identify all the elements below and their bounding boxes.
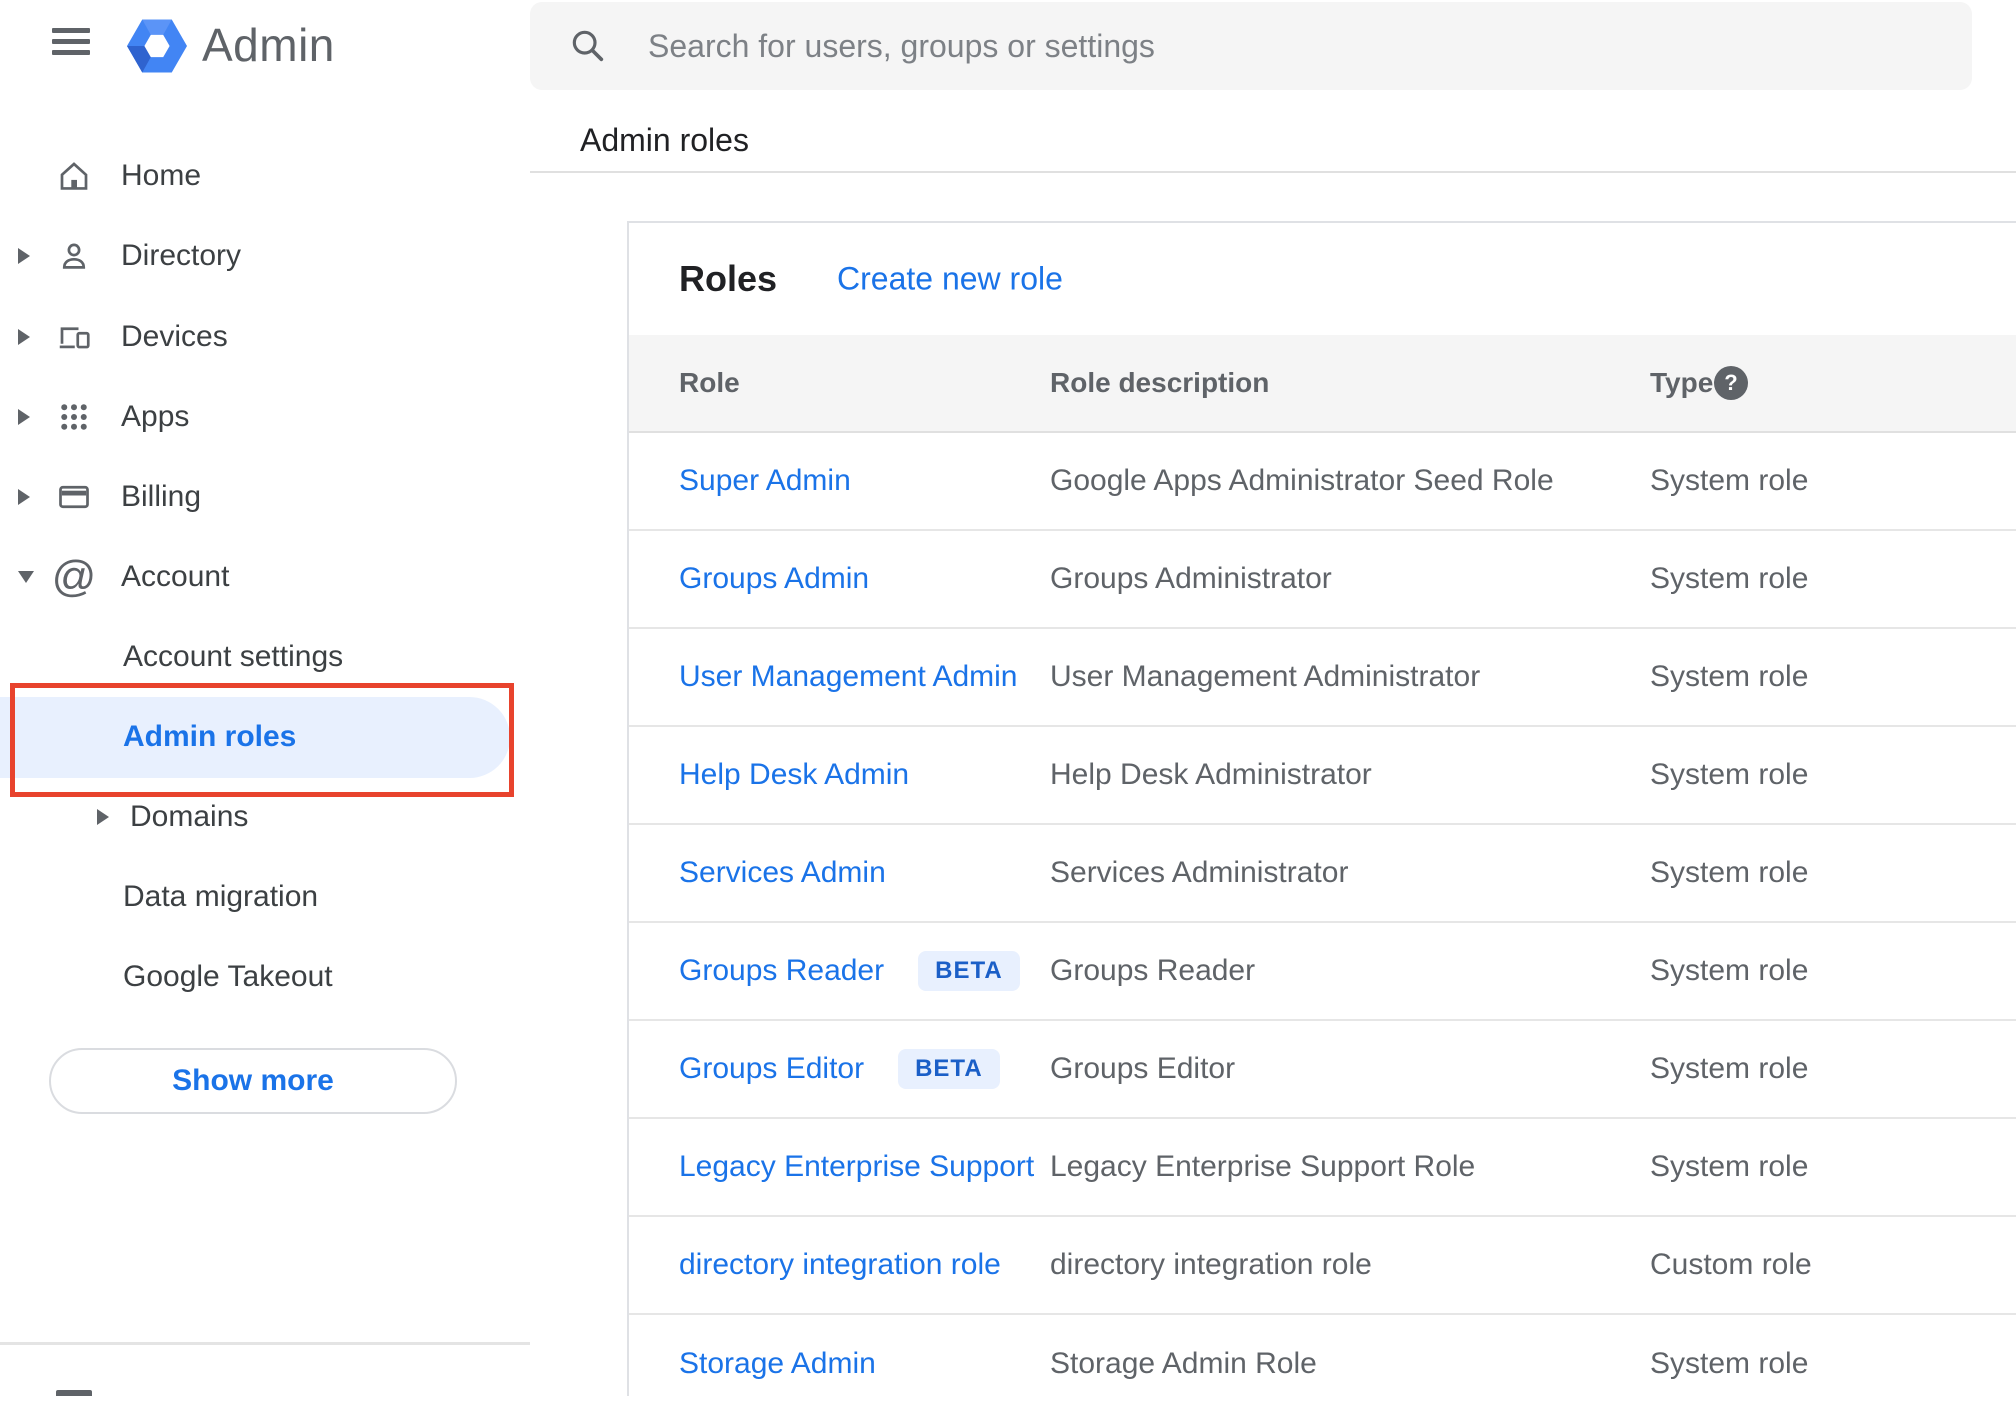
role-link-text: Groups Reader	[679, 954, 885, 987]
table-row: User Management Admin User Management Ad…	[629, 629, 2016, 727]
card-title: Roles	[679, 258, 778, 299]
role-type: System role	[1650, 758, 1809, 791]
person-icon	[54, 236, 94, 276]
home-icon	[54, 156, 94, 196]
role-type: System role	[1650, 464, 1809, 497]
annotation-highlight-box	[10, 683, 514, 797]
sidebar-item-home[interactable]: Home	[0, 146, 530, 206]
search-icon	[572, 30, 604, 62]
role-type: System role	[1650, 1150, 1809, 1183]
role-type: System role	[1650, 660, 1809, 693]
sidebar-item-label: Account	[121, 560, 230, 593]
sidebar-item-directory[interactable]: Directory	[0, 226, 530, 286]
table-row: Storage Admin Storage Admin Role System …	[629, 1315, 2016, 1413]
role-description: Groups Reader	[1050, 954, 1256, 987]
sidebar-item-label: Directory	[121, 239, 242, 272]
role-description: Services Administrator	[1050, 856, 1349, 889]
sidebar-item-label: Home	[121, 159, 202, 192]
column-header-description: Role description	[1050, 367, 1270, 398]
sidebar-item-label: Billing	[121, 480, 202, 513]
sidebar-item-google-takeout[interactable]: Google Takeout	[0, 947, 530, 1007]
role-type: System role	[1650, 1052, 1809, 1085]
table-row: Groups Reader BETA Groups Reader System r…	[629, 923, 2016, 1021]
role-link[interactable]: Groups Admin	[679, 562, 869, 596]
column-header-role: Role	[679, 367, 740, 398]
show-more-button[interactable]: Show more	[49, 1048, 457, 1114]
role-description: Storage Admin Role	[1050, 1347, 1317, 1380]
role-link[interactable]: Groups Reader BETA	[679, 951, 1020, 991]
table-header-row: Role Role description Type ?	[629, 335, 2016, 433]
role-type: System role	[1650, 954, 1809, 987]
role-link[interactable]: User Management Admin	[679, 660, 1018, 694]
sidebar: Admin Home Directory Devices Apps Billin…	[0, 0, 530, 1396]
menu-hamburger-icon[interactable]	[52, 28, 90, 56]
table-row: Help Desk Admin Help Desk Administrator …	[629, 727, 2016, 825]
role-type: System role	[1650, 856, 1809, 889]
sidebar-item-label: Devices	[121, 320, 228, 353]
apps-grid-icon	[54, 397, 94, 437]
sidebar-item-label: Domains	[130, 800, 249, 833]
role-link[interactable]: Storage Admin	[679, 1347, 876, 1381]
beta-badge: BETA	[898, 1049, 1000, 1089]
role-type: System role	[1650, 562, 1809, 595]
expand-arrow-icon[interactable]	[18, 489, 30, 505]
app-title: Admin	[202, 19, 335, 71]
admin-logo-icon	[127, 19, 187, 73]
card-header: Roles Create new role	[629, 223, 2016, 335]
role-link[interactable]: Super Admin	[679, 464, 851, 498]
role-link[interactable]: Help Desk Admin	[679, 758, 909, 792]
role-description: directory integration role	[1050, 1248, 1372, 1281]
help-icon[interactable]: ?	[1714, 366, 1748, 400]
roles-card: Roles Create new role Role Role descript…	[627, 221, 2016, 1396]
table-row: Groups Editor BETA Groups Editor System r…	[629, 1021, 2016, 1119]
sidebar-item-account[interactable]: @ Account	[0, 547, 530, 607]
expand-arrow-icon[interactable]	[18, 409, 30, 425]
create-new-role-link[interactable]: Create new role	[837, 261, 1063, 298]
column-header-type: Type	[1650, 367, 1714, 398]
role-description: Help Desk Administrator	[1050, 758, 1372, 791]
search-placeholder: Search for users, groups or settings	[648, 27, 1155, 64]
sidebar-item-label: Data migration	[123, 880, 319, 913]
table-row: Services Admin Services Administrator Sy…	[629, 825, 2016, 923]
beta-badge: BETA	[918, 951, 1020, 991]
devices-icon	[54, 317, 94, 357]
sidebar-bottom-divider	[0, 1342, 530, 1345]
role-link-text: Groups Editor	[679, 1052, 865, 1085]
breadcrumb: Admin roles	[580, 122, 749, 158]
role-link[interactable]: Groups Editor BETA	[679, 1049, 1000, 1089]
role-link[interactable]: directory integration role	[679, 1248, 1001, 1282]
credit-card-icon	[54, 477, 94, 517]
collapse-arrow-icon[interactable]	[18, 571, 34, 583]
header-divider	[530, 171, 2016, 173]
expand-arrow-icon[interactable]	[18, 329, 30, 345]
at-sign-icon: @	[51, 552, 97, 601]
sidebar-item-apps[interactable]: Apps	[0, 387, 530, 447]
search-input[interactable]: Search for users, groups or settings	[530, 2, 1972, 90]
role-type: System role	[1650, 1347, 1809, 1380]
role-description: Groups Editor	[1050, 1052, 1236, 1085]
clipped-icon	[56, 1390, 92, 1396]
role-description: User Management Administrator	[1050, 660, 1481, 693]
sidebar-item-data-migration[interactable]: Data migration	[0, 867, 530, 927]
expand-arrow-icon[interactable]	[18, 248, 30, 264]
table-row: Super Admin Google Apps Administrator Se…	[629, 433, 2016, 531]
sidebar-item-billing[interactable]: Billing	[0, 467, 530, 527]
sidebar-item-label: Google Takeout	[123, 960, 333, 993]
table-row: Legacy Enterprise Support Legacy Enterpr…	[629, 1119, 2016, 1217]
role-description: Legacy Enterprise Support Role	[1050, 1150, 1476, 1183]
sidebar-item-devices[interactable]: Devices	[0, 307, 530, 367]
role-description: Groups Administrator	[1050, 562, 1332, 595]
sidebar-item-label: Apps	[121, 400, 190, 433]
table-row: directory integration role directory int…	[629, 1217, 2016, 1315]
sidebar-item-account-settings[interactable]: Account settings	[0, 627, 530, 687]
sidebar-item-label: Account settings	[123, 640, 344, 673]
role-link[interactable]: Legacy Enterprise Support	[679, 1150, 1034, 1184]
expand-arrow-icon[interactable]	[97, 809, 109, 825]
role-type: Custom role	[1650, 1248, 1812, 1281]
role-link[interactable]: Services Admin	[679, 856, 886, 890]
table-row: Groups Admin Groups Administrator System…	[629, 531, 2016, 629]
role-description: Google Apps Administrator Seed Role	[1050, 464, 1554, 497]
sidebar-item-domains[interactable]: Domains	[0, 787, 530, 847]
